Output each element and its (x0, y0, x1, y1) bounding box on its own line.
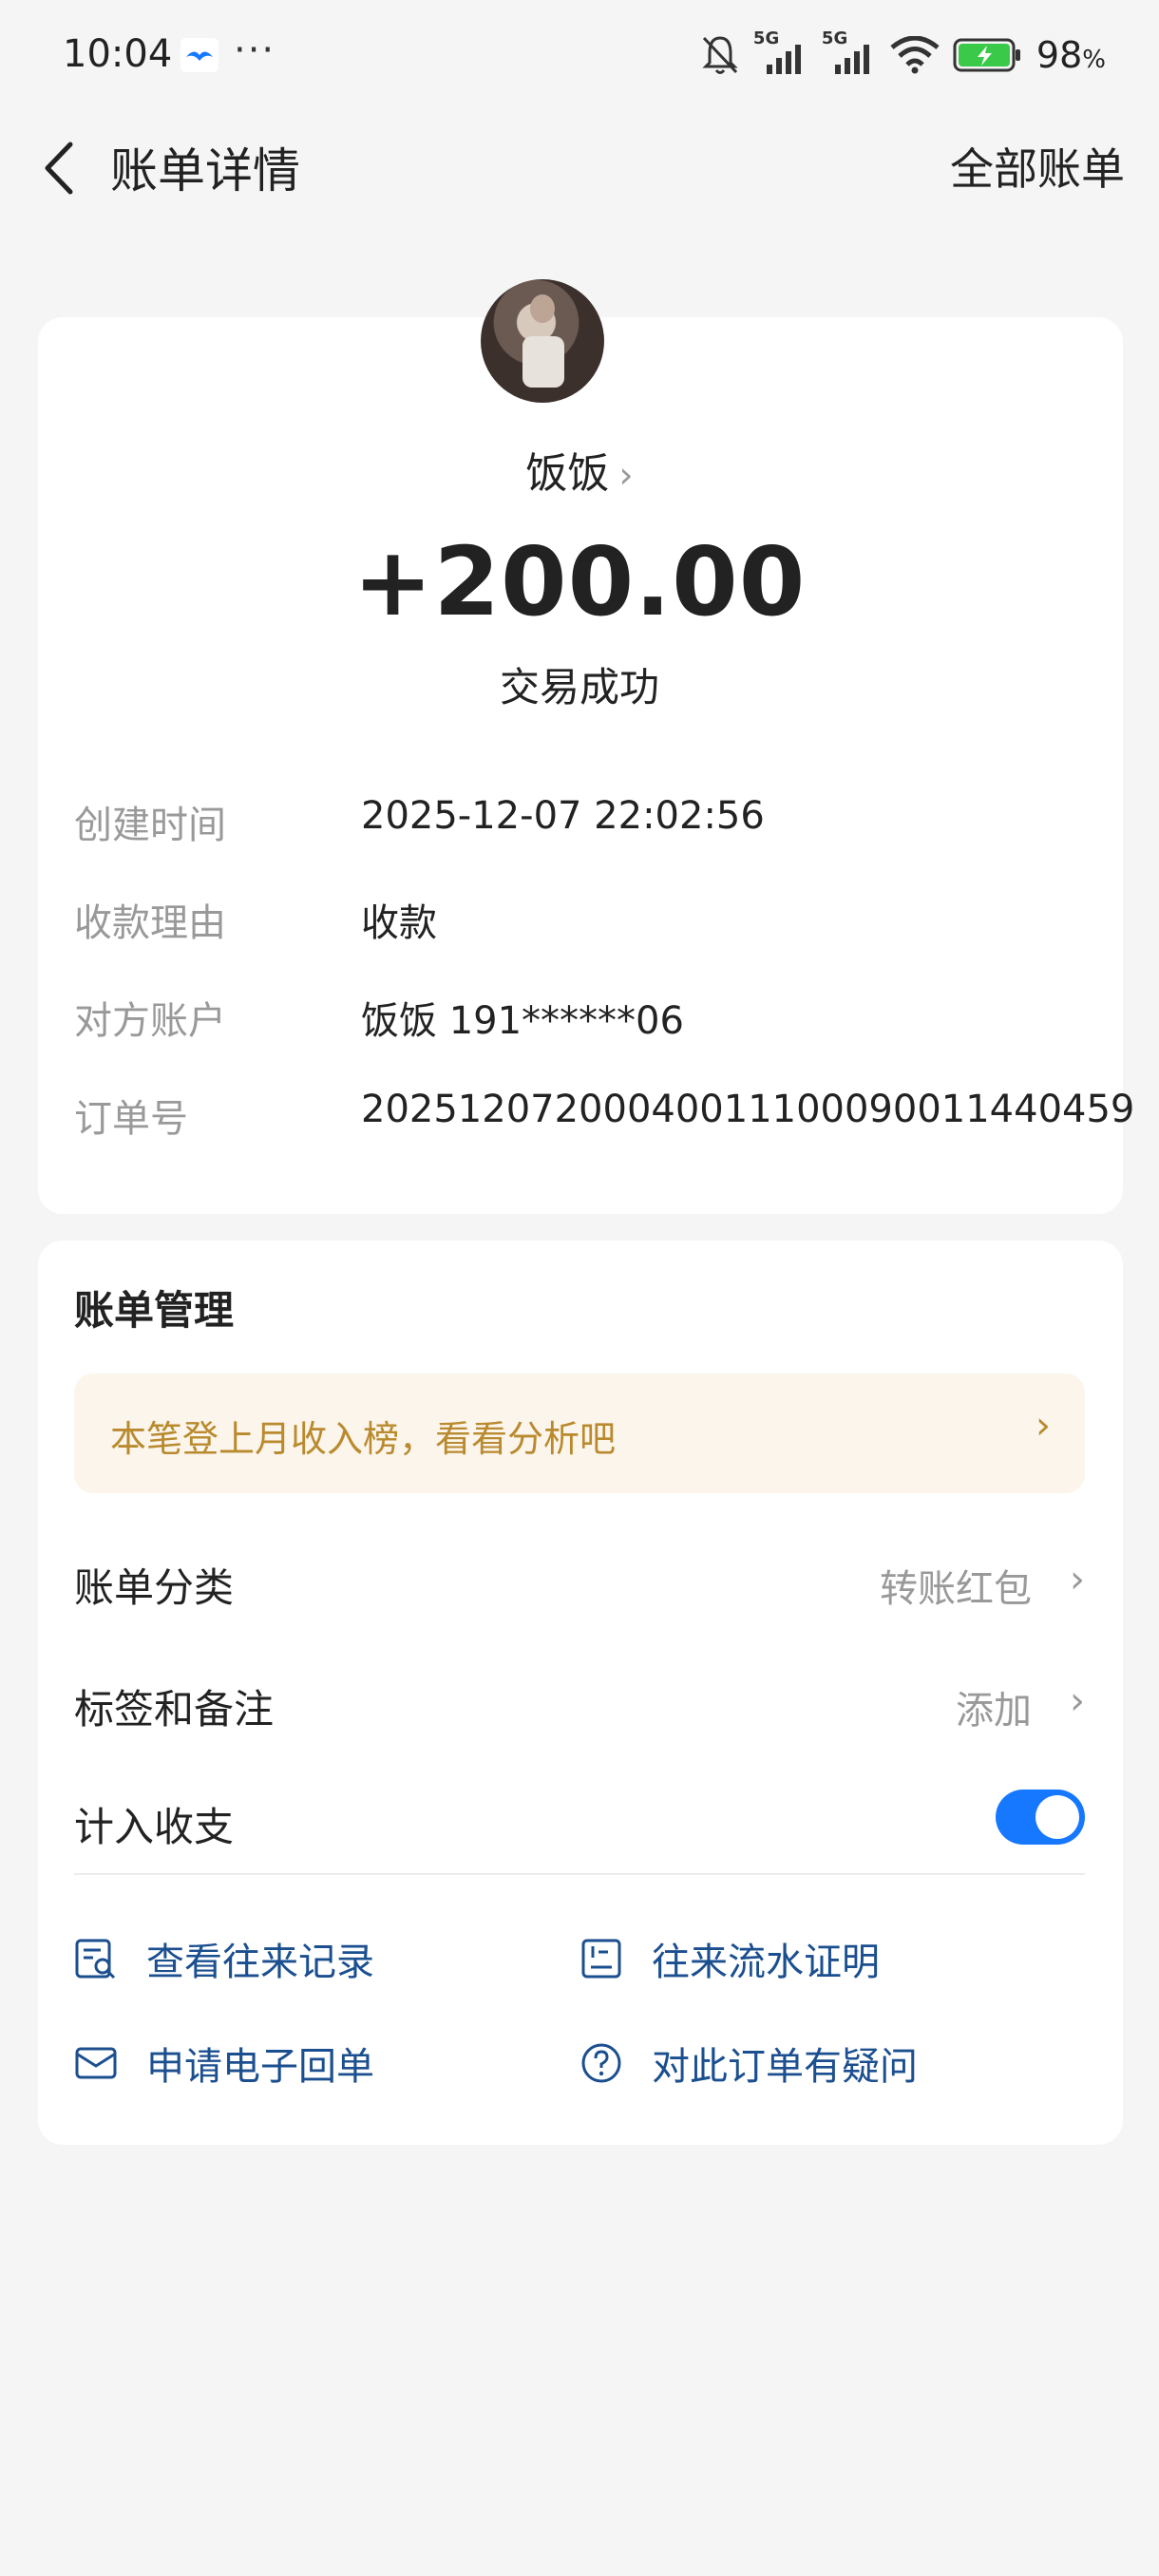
link-label: 对此订单有疑问 (652, 2045, 918, 2089)
chevron-right-icon: › (1070, 1679, 1085, 1723)
payee-avatar[interactable] (481, 279, 604, 403)
detail-label: 创建时间 (74, 804, 226, 847)
chevron-right-icon: › (1036, 1404, 1051, 1448)
order-question-link[interactable]: 对此订单有疑问 (580, 2035, 918, 2092)
e-receipt-link[interactable]: 申请电子回单 (74, 2035, 374, 2092)
transaction-amount: +200.00 (352, 526, 807, 637)
mute-bell-icon (702, 36, 738, 74)
chevron-right-icon: › (618, 454, 634, 496)
avatar-body-shape (522, 336, 564, 388)
link-label: 查看往来记录 (146, 1941, 374, 1984)
chevron-right-icon: › (1070, 1558, 1085, 1601)
battery-percent: 98% (1036, 34, 1106, 76)
banner-text: 本笔登上月收入榜，看看分析吧 (110, 1418, 617, 1460)
battery-icon (953, 38, 1020, 72)
detail-label: 收款理由 (74, 901, 226, 945)
search-record-icon (75, 1939, 116, 1979)
row-value: 转账红包 (880, 1567, 1032, 1611)
divider (74, 1873, 1085, 1875)
tags-notes-row[interactable]: 标签和备注 添加 › (74, 1677, 1085, 1744)
app-notification-icon (180, 38, 218, 72)
statement-proof-link[interactable]: 往来流水证明 (580, 1930, 880, 1987)
detail-value: 2025-12-07 22:02:56 (361, 794, 765, 838)
wifi-icon (890, 36, 940, 74)
row-label: 标签和备注 (74, 1686, 275, 1733)
statement-icon (581, 1939, 621, 1979)
bill-category-row[interactable]: 账单分类 转账红包 › (74, 1556, 1085, 1622)
status-indicators: 5G 5G 98% (700, 28, 1106, 80)
detail-label: 订单号 (74, 1097, 188, 1141)
row-label: 账单分类 (74, 1564, 235, 1611)
question-icon (581, 2043, 621, 2083)
signal-5g-2: 5G (822, 28, 877, 76)
row-value: 添加 (956, 1689, 1032, 1733)
battery-percent-value: 98 (1036, 34, 1083, 76)
all-bills-link[interactable]: 全部账单 (950, 135, 1125, 198)
include-in-stats-row: 计入收支 (74, 1790, 1085, 1862)
payee-name: 饭饭 (525, 449, 610, 498)
view-history-link[interactable]: 查看往来记录 (74, 1930, 374, 1987)
section-title: 账单管理 (74, 1287, 235, 1334)
toggle-knob (1036, 1795, 1079, 1839)
status-bar: 10:04 ··· 5G 5G 98% (0, 0, 1159, 114)
detail-value: 收款 (361, 901, 437, 945)
top-nav: 账单详情 全部账单 (0, 123, 1159, 209)
mail-icon (75, 2047, 117, 2079)
battery-percent-unit: % (1082, 46, 1106, 74)
avatar-head-shape (530, 294, 555, 323)
include-in-stats-toggle[interactable] (996, 1790, 1085, 1845)
transaction-status: 交易成功 (499, 664, 659, 710)
signal-bars-icon (834, 45, 869, 74)
back-arrow-icon[interactable] (32, 135, 89, 201)
detail-value: 20251207200040011100090011440459 (361, 1088, 1135, 1131)
page-title: 账单详情 (110, 143, 300, 199)
detail-label: 对方账户 (74, 999, 226, 1043)
row-label: 计入收支 (74, 1804, 235, 1850)
status-time: 10:04 (63, 32, 173, 76)
payee-name-row[interactable]: 饭饭 › (0, 439, 1159, 500)
link-label: 申请电子回单 (146, 2045, 374, 2089)
signal-5g-1: 5G (753, 28, 808, 76)
status-more-dots: ··· (234, 28, 276, 72)
detail-value: 饭饭 191******06 (361, 999, 684, 1043)
link-label: 往来流水证明 (652, 1941, 880, 1984)
income-rank-banner[interactable]: 本笔登上月收入榜，看看分析吧 › (74, 1373, 1085, 1493)
signal-bars-icon (766, 45, 801, 74)
